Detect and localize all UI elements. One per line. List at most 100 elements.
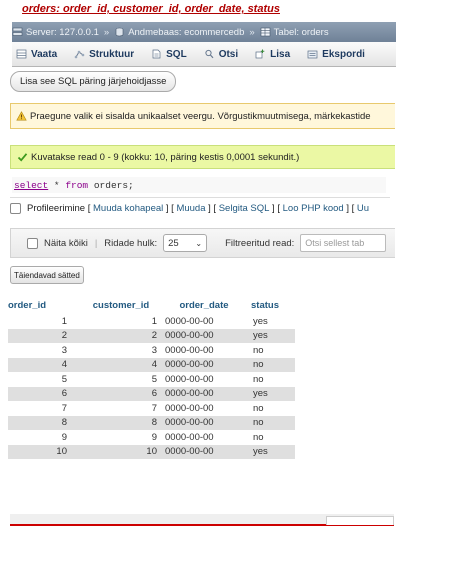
tab-search[interactable]: Otsi xyxy=(196,42,247,66)
cell-order-date[interactable]: 0000-00-00 xyxy=(161,372,247,387)
column-header-order-id[interactable]: order_id xyxy=(8,297,81,314)
bottom-toolbar xyxy=(10,514,394,526)
column-header-order-date[interactable]: order_date xyxy=(161,297,247,314)
tab-browse-label: Vaata xyxy=(31,48,58,60)
table-row[interactable]: 8 8 0000-00-00 no xyxy=(8,415,295,430)
breadcrumb-server-label: Server: 127.0.0.1 xyxy=(26,26,99,38)
cell-status[interactable]: yes xyxy=(247,328,295,343)
table-row[interactable]: 6 6 0000-00-00 yes xyxy=(8,386,295,401)
tab-sql[interactable]: SQL xyxy=(143,42,196,66)
rows-per-page-select[interactable]: 25 ⌄ xyxy=(163,234,208,252)
cell-order-date[interactable]: 0000-00-00 xyxy=(161,343,247,358)
notice-text: Praegune valik ei sisalda unikaalset vee… xyxy=(30,110,371,122)
cell-customer-id[interactable]: 5 xyxy=(81,372,161,387)
tab-structure[interactable]: Struktuur xyxy=(66,42,143,66)
export-icon xyxy=(307,49,318,59)
notice-message: Praegune valik ei sisalda unikaalset vee… xyxy=(10,103,395,129)
cell-order-id[interactable]: 10 xyxy=(8,444,81,459)
cell-order-date[interactable]: 0000-00-00 xyxy=(161,444,247,459)
browse-icon xyxy=(16,49,27,59)
table-row[interactable]: 7 7 0000-00-00 no xyxy=(8,401,295,416)
link-create-php[interactable]: Loo PHP kood xyxy=(283,203,344,214)
column-header-customer-id[interactable]: customer_id xyxy=(81,297,161,314)
bottom-input[interactable] xyxy=(326,516,394,525)
cell-order-date[interactable]: 0000-00-00 xyxy=(161,386,247,401)
sql-query-display[interactable]: select * from orders; xyxy=(12,177,386,193)
link-edit[interactable]: Muuda xyxy=(176,203,205,214)
cell-status[interactable]: yes xyxy=(247,313,295,329)
breadcrumb-database[interactable]: Andmebaas: ecommercedb xyxy=(114,27,244,38)
breadcrumb-server[interactable]: Server: 127.0.0.1 xyxy=(12,27,99,38)
table-row[interactable]: 5 5 0000-00-00 no xyxy=(8,372,295,387)
cell-status[interactable]: no xyxy=(247,372,295,387)
cell-order-date[interactable]: 0000-00-00 xyxy=(161,430,247,445)
cell-status[interactable]: no xyxy=(247,343,295,358)
cell-order-date[interactable]: 0000-00-00 xyxy=(161,401,247,416)
cell-status[interactable]: no xyxy=(247,357,295,372)
profiling-label: Profileerimine xyxy=(27,202,86,214)
success-text: Kuvatakse read 0 - 9 (kokku: 10, päring … xyxy=(31,151,300,163)
table-row[interactable]: 1 1 0000-00-00 yes xyxy=(8,313,295,329)
cell-customer-id[interactable]: 1 xyxy=(81,313,161,329)
cell-status[interactable]: yes xyxy=(247,386,295,401)
cell-status[interactable]: no xyxy=(247,401,295,416)
cell-order-id[interactable]: 1 xyxy=(8,313,81,329)
table-row[interactable]: 9 9 0000-00-00 no xyxy=(8,430,295,445)
cell-order-id[interactable]: 7 xyxy=(8,401,81,416)
cell-order-date[interactable]: 0000-00-00 xyxy=(161,328,247,343)
cell-order-date[interactable]: 0000-00-00 xyxy=(161,313,247,329)
table-header-row: order_id customer_id order_date status xyxy=(8,297,295,314)
link-explain-sql[interactable]: Selgita SQL xyxy=(219,203,270,214)
cell-status[interactable]: yes xyxy=(247,444,295,459)
profiling-checkbox[interactable] xyxy=(10,202,21,214)
cell-order-date[interactable]: 0000-00-00 xyxy=(161,415,247,430)
breadcrumb-table-label: Tabel: orders xyxy=(273,26,329,38)
link-inline-edit[interactable]: Muuda kohapeal xyxy=(93,203,163,214)
breadcrumb-table[interactable]: Tabel: orders xyxy=(260,27,329,38)
cell-order-id[interactable]: 9 xyxy=(8,430,81,445)
sql-part: * xyxy=(48,179,66,191)
breadcrumb-separator: » xyxy=(249,26,255,38)
column-header-status[interactable]: status xyxy=(247,297,295,314)
sql-keyword-select[interactable]: select xyxy=(14,180,48,191)
cell-customer-id[interactable]: 7 xyxy=(81,401,161,416)
filter-rows-input[interactable]: Otsi sellest tab xyxy=(300,234,387,252)
tab-export[interactable]: Ekspordi xyxy=(299,42,374,66)
cell-order-id[interactable]: 5 xyxy=(8,372,81,387)
link-refresh[interactable]: Uu xyxy=(357,203,369,214)
table-row[interactable]: 4 4 0000-00-00 no xyxy=(8,357,295,372)
extra-options-button[interactable]: Täiendavad sätted xyxy=(10,266,84,284)
cell-order-id[interactable]: 8 xyxy=(8,415,81,430)
table-row[interactable]: 3 3 0000-00-00 no xyxy=(8,343,295,358)
cell-customer-id[interactable]: 3 xyxy=(81,343,161,358)
cell-customer-id[interactable]: 10 xyxy=(81,444,161,459)
profiling-bracket: ] [ xyxy=(269,202,283,214)
cell-order-id[interactable]: 6 xyxy=(8,386,81,401)
show-all-checkbox[interactable] xyxy=(27,237,38,249)
breadcrumb-separator: » xyxy=(103,26,110,38)
cell-customer-id[interactable]: 6 xyxy=(81,386,161,401)
cell-customer-id[interactable]: 2 xyxy=(81,328,161,343)
cell-customer-id[interactable]: 9 xyxy=(81,430,161,445)
table-body: 1 1 0000-00-00 yes 2 2 0000-00-00 yes 3 3 0000-00-… xyxy=(8,313,295,459)
bookmark-query-button[interactable]: Lisa see SQL päring järjehoidjasse xyxy=(10,71,177,92)
cell-status[interactable]: no xyxy=(247,415,295,430)
cell-customer-id[interactable]: 8 xyxy=(81,415,161,430)
database-icon xyxy=(114,27,125,37)
table-row[interactable]: 10 10 0000-00-00 yes xyxy=(8,444,295,459)
profiling-bar: Profileerimine [ Muuda kohapeal ] [ Muud… xyxy=(10,197,390,218)
profiling-bracket: [ xyxy=(85,202,93,214)
cell-order-id[interactable]: 3 xyxy=(8,343,81,358)
table-row[interactable]: 2 2 0000-00-00 yes xyxy=(8,328,295,343)
tab-browse[interactable]: Vaata xyxy=(12,42,66,66)
cell-order-id[interactable]: 4 xyxy=(8,357,81,372)
cell-order-id[interactable]: 2 xyxy=(8,328,81,343)
structure-icon xyxy=(74,49,85,59)
sql-keyword-from: from xyxy=(65,179,89,191)
cell-customer-id[interactable]: 4 xyxy=(81,357,161,372)
rows-label: Ridade hulk: xyxy=(104,237,158,249)
cell-order-date[interactable]: 0000-00-00 xyxy=(161,357,247,372)
tab-insert[interactable]: Lisa xyxy=(247,42,299,66)
cell-status[interactable]: no xyxy=(247,430,295,445)
breadcrumb-database-label: Andmebaas: ecommercedb xyxy=(128,26,245,38)
